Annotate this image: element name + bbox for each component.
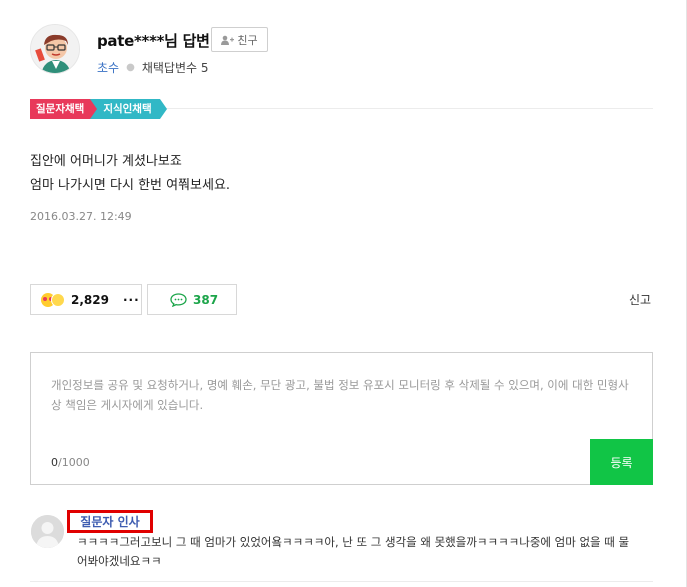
answer-panel: pate****님 답변 친구 초수 ● 채택답변수 5 질문자채택 지식인채택…	[0, 0, 687, 587]
jisik-adopted-badge: 지식인채택	[90, 99, 167, 119]
author-meta: 초수 ● 채택답변수 5	[97, 59, 208, 76]
reply-author-highlight: 질문자 인사	[67, 510, 153, 533]
cartoon-avatar-icon	[31, 25, 79, 73]
answer-line: 집안에 어머니가 계셨나보죠	[30, 154, 182, 169]
char-counter: 0/1000	[51, 456, 90, 469]
comment-form: 0/1000 등록	[30, 352, 653, 485]
reply-avatar	[31, 515, 64, 548]
author-grade[interactable]: 초수	[97, 59, 119, 76]
add-friend-label: 친구	[237, 33, 258, 47]
adoption-badges: 질문자채택 지식인채택	[30, 99, 167, 119]
author-avatar[interactable]	[30, 24, 80, 74]
reply-text: ㅋㅋㅋㅋ그러고보니 그 때 엄마가 있었어욬ㅋㅋㅋㅋ아, 난 또 그 생각을 왜…	[77, 535, 630, 568]
reply-divider	[30, 581, 653, 582]
adopted-answer-count: 채택답변수 5	[141, 61, 209, 75]
laughing-emoji-icon	[51, 292, 65, 307]
comment-input[interactable]	[51, 375, 631, 437]
add-person-icon	[221, 35, 235, 45]
default-profile-icon	[31, 515, 64, 548]
report-link[interactable]: 신고	[629, 291, 651, 308]
speech-bubble-icon	[170, 292, 187, 307]
comment-count: 387	[193, 292, 219, 307]
char-count-current: 0	[51, 456, 58, 469]
more-reactions-icon[interactable]: ···	[123, 293, 140, 307]
add-friend-button[interactable]: 친구	[211, 27, 268, 52]
answer-body: 집안에 어머니가 계셨나보죠 엄마 나가시면 다시 한번 여쭤보세요.	[30, 150, 230, 198]
submit-comment-button[interactable]: 등록	[590, 439, 653, 485]
reply-author[interactable]: 질문자 인사	[80, 513, 139, 530]
reaction-count: 2,829	[71, 292, 109, 307]
author-name[interactable]: pate****님 답변	[97, 30, 210, 51]
meta-separator-dot: ●	[126, 62, 135, 73]
answer-date: 2016.03.27. 12:49	[30, 210, 132, 223]
char-count-max: /1000	[58, 456, 90, 469]
answer-line: 엄마 나가시면 다시 한번 여쭤보세요.	[30, 178, 231, 193]
comments-toggle-button[interactable]: 387	[147, 284, 237, 315]
asker-adopted-badge: 질문자채택	[30, 99, 98, 119]
reaction-button[interactable]: 2,829 ···	[30, 284, 142, 315]
